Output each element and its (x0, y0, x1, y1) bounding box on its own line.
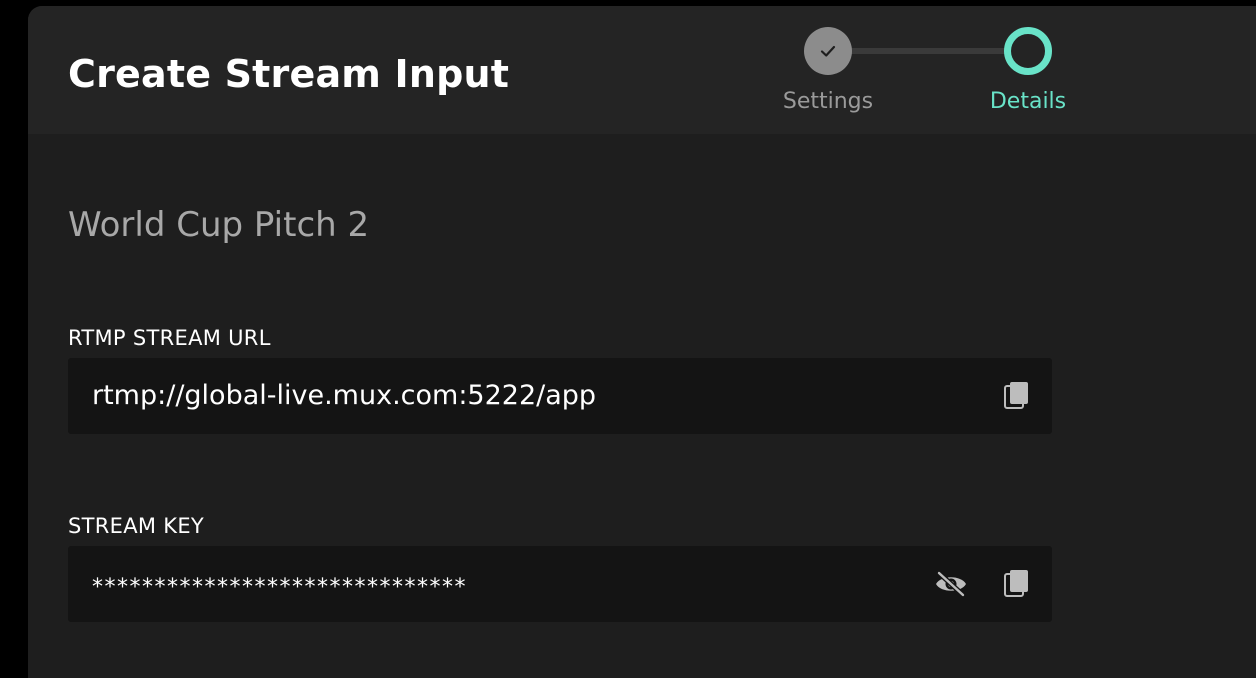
stream-key-label: STREAM KEY (68, 514, 205, 538)
page-title: Create Stream Input (68, 52, 510, 96)
stream-name: World Cup Pitch 2 (68, 205, 370, 245)
panel-header: Create Stream Input Settings Details (28, 6, 1256, 134)
step-details-label: Details (989, 89, 1067, 114)
toggle-key-visibility-button[interactable] (934, 567, 968, 601)
progress-stepper: Settings Details (768, 26, 1078, 122)
copy-icon (1004, 570, 1028, 597)
stepper-connector (828, 48, 1028, 54)
eye-off-icon (936, 570, 966, 598)
stream-key-value[interactable]: ****************************** (92, 570, 467, 606)
step-details-indicator (1004, 27, 1052, 75)
create-stream-panel: Create Stream Input Settings Details Wor… (28, 6, 1256, 678)
rtmp-url-label: RTMP STREAM URL (68, 326, 271, 350)
check-icon (820, 45, 836, 57)
rtmp-url-value[interactable]: rtmp://global-live.mux.com:5222/app (92, 378, 596, 414)
stream-key-field[interactable]: ****************************** (68, 546, 1052, 622)
copy-stream-key-button[interactable] (1000, 566, 1034, 600)
copy-rtmp-url-button[interactable] (1000, 378, 1034, 412)
copy-icon (1004, 382, 1028, 409)
step-settings-label[interactable]: Settings (748, 88, 908, 116)
rtmp-url-field[interactable]: rtmp://global-live.mux.com:5222/app (68, 358, 1052, 434)
step-settings-indicator[interactable] (804, 27, 852, 75)
